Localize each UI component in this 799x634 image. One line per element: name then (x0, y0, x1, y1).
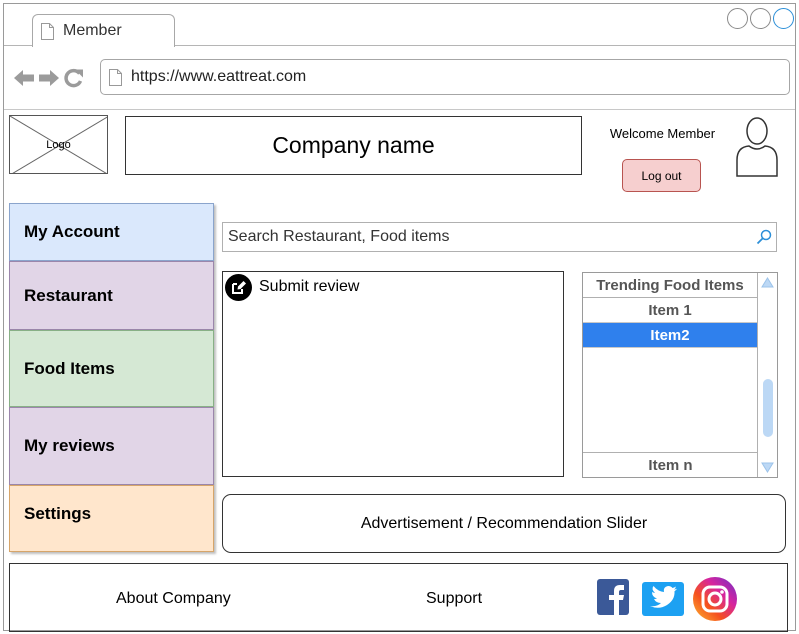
trending-list-body: Trending Food Items Item 1 Item2 Item n (583, 273, 758, 477)
logout-button[interactable]: Log out (622, 159, 701, 192)
sidebar-item-my-reviews[interactable]: My reviews (9, 407, 214, 485)
page-icon (109, 68, 122, 86)
search-icon[interactable] (756, 229, 772, 245)
window-controls (727, 8, 794, 29)
sidebar-item-label: My Account (24, 222, 120, 241)
logo-placeholder: Logo (9, 115, 108, 174)
forward-arrow-icon[interactable] (38, 69, 60, 87)
sidebar-item-settings[interactable]: Settings (9, 485, 214, 552)
navigation-bar: https://www.eattreat.com (4, 47, 795, 110)
maximize-button[interactable] (750, 8, 771, 29)
url-text: https://www.eattreat.com (131, 68, 307, 85)
sidebar-item-label: Settings (24, 503, 92, 523)
twitter-icon[interactable] (642, 582, 684, 616)
refresh-icon[interactable] (63, 68, 85, 88)
trending-food-list: Trending Food Items Item 1 Item2 Item n (582, 272, 778, 478)
welcome-text: Welcome Member (609, 126, 716, 141)
trending-title: Trending Food Items (583, 273, 757, 298)
sidebar-item-label: Food Items (24, 358, 115, 378)
address-bar[interactable]: https://www.eattreat.com (100, 59, 790, 95)
list-item[interactable]: Item 1 (583, 298, 757, 323)
submit-review-label: Submit review (259, 278, 360, 295)
browser-tab[interactable]: Member (32, 14, 175, 47)
sidebar-item-restaurant[interactable]: Restaurant (9, 261, 214, 330)
facebook-icon[interactable] (597, 579, 629, 615)
search-placeholder: Search Restaurant, Food items (228, 228, 450, 245)
close-button[interactable] (773, 8, 794, 29)
sidebar-item-label: Restaurant (24, 285, 113, 305)
about-company-link[interactable]: About Company (116, 590, 231, 608)
advertisement-slider[interactable]: Advertisement / Recommendation Slider (222, 494, 786, 553)
scroll-down-arrow-icon[interactable] (761, 462, 774, 473)
page-icon (41, 22, 54, 40)
support-link[interactable]: Support (426, 590, 482, 608)
back-arrow-icon[interactable] (13, 69, 35, 87)
scroll-up-arrow-icon[interactable] (761, 277, 774, 288)
scrollbar[interactable] (758, 273, 777, 477)
list-item-selected[interactable]: Item2 (583, 323, 757, 348)
instagram-icon[interactable] (693, 577, 737, 621)
user-avatar-icon[interactable] (735, 116, 779, 178)
sidebar-item-my-account[interactable]: My Account (9, 203, 214, 261)
edit-icon[interactable] (225, 274, 252, 301)
logo-text: Logo (46, 138, 71, 151)
company-name: Company name (125, 116, 582, 175)
advertisement-slider-label: Advertisement / Recommendation Slider (360, 514, 648, 532)
sidebar-item-label: My reviews (24, 436, 115, 455)
footer: About Company Support (9, 563, 788, 632)
list-item[interactable]: Item n (583, 452, 758, 477)
minimize-button[interactable] (727, 8, 748, 29)
tab-strip: Member (4, 4, 795, 47)
submit-review-panel[interactable]: Submit review (222, 271, 564, 477)
scrollbar-thumb[interactable] (763, 379, 773, 437)
search-input[interactable]: Search Restaurant, Food items (222, 222, 777, 252)
tab-title: Member (63, 22, 122, 39)
sidebar-item-food-items[interactable]: Food Items (9, 330, 214, 407)
